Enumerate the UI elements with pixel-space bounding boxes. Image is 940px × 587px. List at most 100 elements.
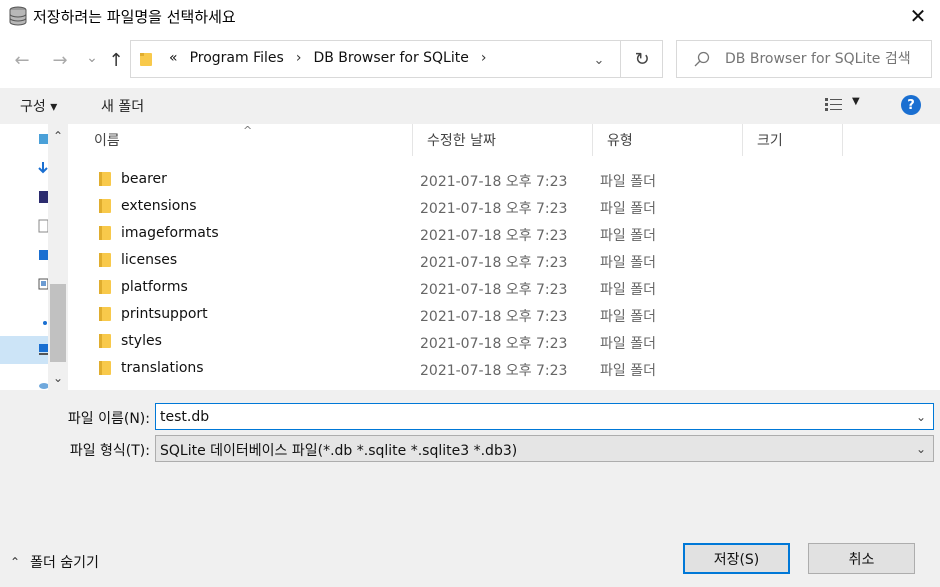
search-input[interactable] [725, 49, 925, 69]
new-folder-button[interactable]: 새 폴더 [101, 96, 144, 116]
file-type: 파일 폴더 [600, 363, 656, 379]
file-name: imageformats [121, 225, 219, 241]
save-form: 파일 이름(N): ⌄ 파일 형식(T): SQLite 데이터베이스 파일(*… [0, 390, 940, 587]
file-name: styles [121, 333, 162, 349]
navigation-pane[interactable] [0, 124, 48, 390]
documents-icon[interactable] [38, 190, 48, 204]
folder-icon [99, 334, 111, 348]
file-date-modified: 2021-07-18 오후 7:23 [420, 282, 568, 298]
filetype-select[interactable]: SQLite 데이터베이스 파일(*.db *.sqlite *.sqlite3… [155, 435, 934, 462]
forward-button[interactable]: → [48, 48, 72, 72]
folder-icon [99, 199, 111, 213]
music-icon[interactable] [38, 248, 48, 262]
network-icon[interactable] [38, 376, 48, 390]
file-type: 파일 폴더 [600, 309, 656, 325]
file-name: translations [121, 360, 204, 376]
search-icon [694, 51, 710, 67]
up-button[interactable]: ↑ [104, 48, 128, 72]
file-type: 파일 폴더 [600, 228, 656, 244]
breadcrumb: « Program Files › DB Browser for SQLite … [163, 50, 492, 66]
this-pc-icon[interactable] [38, 342, 48, 356]
save-button[interactable]: 저장(S) [683, 543, 790, 574]
table-row[interactable]: extensions 2021-07-18 오후 7:23 파일 폴더 [80, 193, 843, 220]
help-button[interactable]: ? [901, 95, 921, 115]
view-options-icon[interactable] [824, 96, 844, 114]
breadcrumb-db-browser[interactable]: DB Browser for SQLite [307, 50, 474, 66]
command-bar: 구성 ▾ 새 폴더 ▼ ? [0, 88, 940, 124]
table-row[interactable]: licenses 2021-07-18 오후 7:23 파일 폴더 [80, 247, 843, 274]
file-name: extensions [121, 198, 197, 214]
file-type: 파일 폴더 [600, 255, 656, 271]
pictures-icon[interactable] [38, 219, 48, 233]
file-date-modified: 2021-07-18 오후 7:23 [420, 336, 568, 352]
nav-pane-scrollbar[interactable]: ⌃ ⌄ [48, 124, 68, 390]
file-type: 파일 폴더 [600, 201, 656, 217]
organize-menu[interactable]: 구성 ▾ [20, 96, 57, 116]
breadcrumb-separator[interactable]: › [475, 50, 493, 66]
filename-label: 파일 이름(N): [67, 411, 150, 427]
window-title: 저장하려는 파일명을 선택하세요 [33, 8, 236, 26]
hide-folders-toggle[interactable]: ⌃ 폴더 숨기기 [10, 552, 99, 572]
file-date-modified: 2021-07-18 오후 7:23 [420, 363, 568, 379]
table-row[interactable]: printsupport 2021-07-18 오후 7:23 파일 폴더 [80, 301, 843, 328]
column-date-modified[interactable]: 수정한 날짜 [413, 124, 593, 156]
onedrive-icon[interactable] [38, 316, 48, 330]
refresh-button[interactable]: ↻ [621, 41, 663, 77]
chevron-up-icon: ⌃ [10, 555, 21, 569]
file-date-modified: 2021-07-18 오후 7:23 [420, 309, 568, 325]
scroll-down-button[interactable]: ⌄ [48, 370, 68, 386]
file-name: licenses [121, 252, 178, 268]
file-name: platforms [121, 279, 188, 295]
column-type[interactable]: 유형 [593, 124, 743, 156]
title-bar: 저장하려는 파일명을 선택하세요 ✕ [0, 0, 940, 32]
file-browser: ⌃ ⌄ 이름 ^ 수정한 날짜 유형 크기 bearer 2021-07-18 오… [0, 124, 940, 390]
file-list: bearer 2021-07-18 오후 7:23 파일 폴더 extensions 2… [80, 166, 843, 382]
downloads-icon[interactable] [38, 161, 48, 175]
sort-ascending-icon: ^ [243, 124, 253, 137]
folder-icon [99, 361, 111, 375]
filetype-label: 파일 형식(T): [69, 443, 150, 459]
cancel-button[interactable]: 취소 [808, 543, 915, 574]
address-dropdown-button[interactable]: ⌄ [588, 50, 610, 70]
filename-dropdown-button[interactable]: ⌄ [912, 407, 930, 427]
column-header: 이름 ^ 수정한 날짜 유형 크기 [80, 124, 843, 156]
file-date-modified: 2021-07-18 오후 7:23 [420, 174, 568, 190]
filename-input[interactable] [160, 407, 900, 427]
table-row[interactable]: translations 2021-07-18 오후 7:23 파일 폴더 [80, 355, 843, 382]
nav-item-icon[interactable] [38, 132, 48, 146]
hide-folders-label: 폴더 숨기기 [30, 555, 99, 571]
table-row[interactable]: imageformats 2021-07-18 오후 7:23 파일 폴더 [80, 220, 843, 247]
filename-combobox[interactable]: ⌄ [155, 403, 934, 430]
breadcrumb-separator[interactable]: › [290, 50, 308, 66]
file-name: bearer [121, 171, 167, 187]
back-button[interactable]: ← [10, 48, 34, 72]
folder-icon [99, 172, 111, 186]
breadcrumb-program-files[interactable]: Program Files [184, 50, 290, 66]
filetype-value: SQLite 데이터베이스 파일(*.db *.sqlite *.sqlite3… [160, 443, 518, 459]
folder-icon [99, 253, 111, 267]
videos-icon[interactable] [38, 277, 48, 291]
folder-icon [99, 280, 111, 294]
recent-locations-button[interactable]: ⌄ [80, 46, 104, 70]
file-date-modified: 2021-07-18 오후 7:23 [420, 228, 568, 244]
database-icon [9, 6, 27, 26]
close-button[interactable]: ✕ [896, 0, 940, 32]
file-name: printsupport [121, 306, 208, 322]
file-type: 파일 폴더 [600, 282, 656, 298]
folder-icon [99, 226, 111, 240]
scroll-up-button[interactable]: ⌃ [48, 128, 68, 144]
file-type: 파일 폴더 [600, 336, 656, 352]
address-bar[interactable]: « Program Files › DB Browser for SQLite … [130, 40, 663, 78]
breadcrumb-overflow[interactable]: « [163, 50, 184, 66]
column-size[interactable]: 크기 [743, 124, 843, 156]
table-row[interactable]: bearer 2021-07-18 오후 7:23 파일 폴더 [80, 166, 843, 193]
folder-icon [140, 53, 152, 66]
search-box[interactable] [676, 40, 932, 78]
file-date-modified: 2021-07-18 오후 7:23 [420, 201, 568, 217]
scroll-thumb[interactable] [50, 284, 66, 362]
table-row[interactable]: styles 2021-07-18 오후 7:23 파일 폴더 [80, 328, 843, 355]
file-date-modified: 2021-07-18 오후 7:23 [420, 255, 568, 271]
table-row[interactable]: platforms 2021-07-18 오후 7:23 파일 폴더 [80, 274, 843, 301]
filetype-dropdown-button[interactable]: ⌄ [912, 439, 930, 459]
view-dropdown-button[interactable]: ▼ [852, 96, 860, 107]
